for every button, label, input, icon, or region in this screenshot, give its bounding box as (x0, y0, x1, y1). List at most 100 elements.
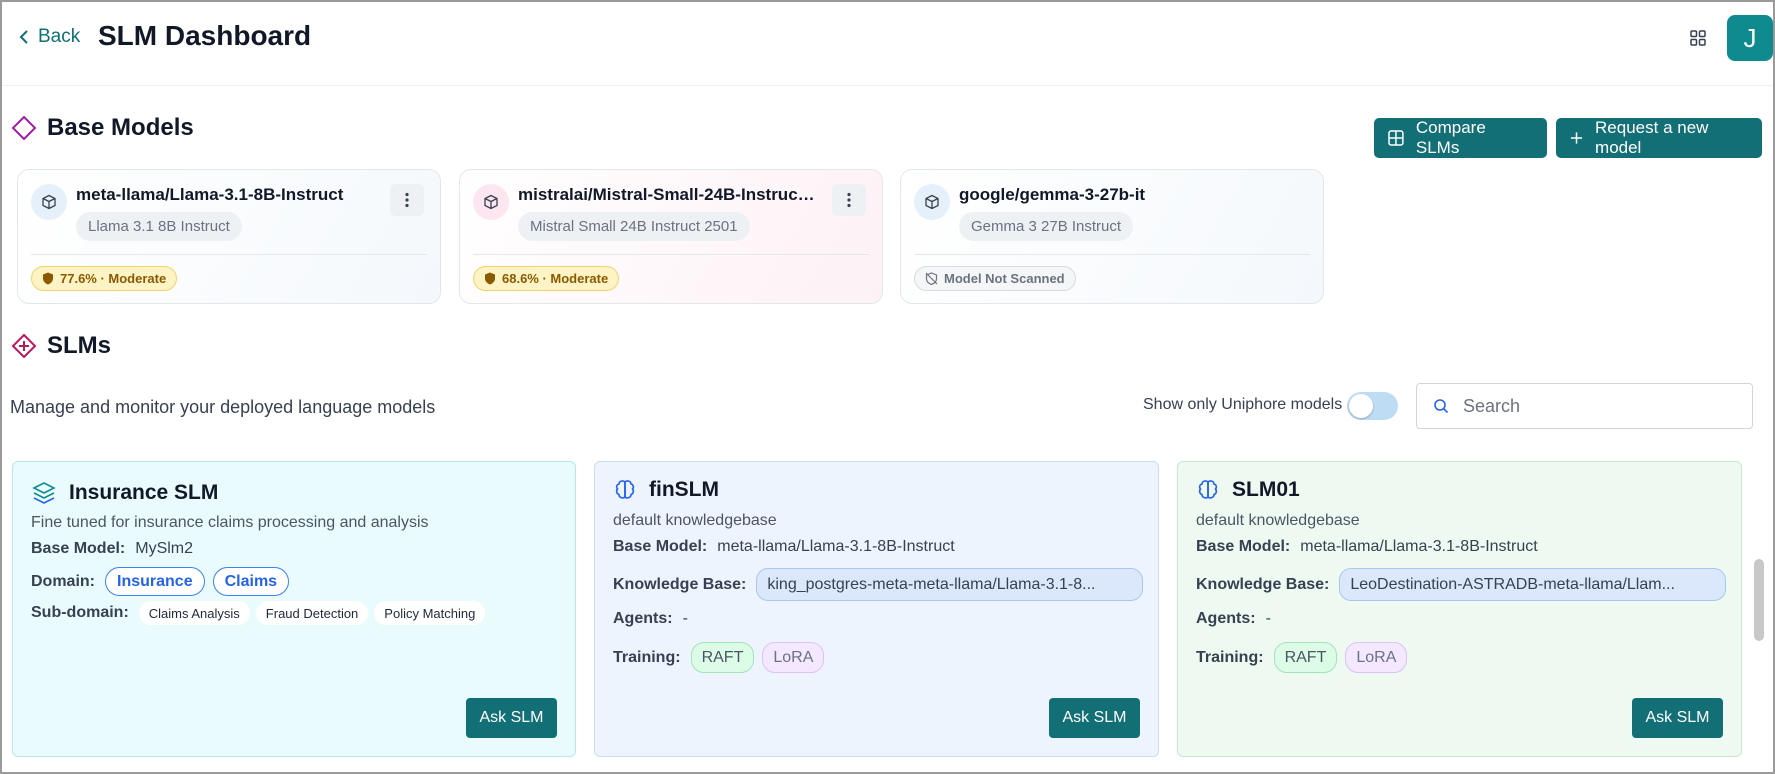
agents-row: Agents: - (613, 610, 688, 628)
domain-chip: Insurance (105, 567, 205, 596)
slm-card-header: Insurance SLM (31, 480, 218, 506)
ask-slm-button[interactable]: Ask SLM (1632, 698, 1723, 738)
base-model-row: Base Model: meta-llama/Llama-3.1-8B-Inst… (613, 538, 955, 556)
slm-card[interactable]: Insurance SLM Fine tuned for insurance c… (12, 461, 576, 757)
brain-icon (1198, 480, 1218, 499)
scrollbar-thumb[interactable] (1754, 559, 1764, 641)
ask-slm-button[interactable]: Ask SLM (1049, 698, 1140, 738)
subdomain-chip: Claims Analysis (138, 601, 250, 625)
compare-slms-button[interactable]: Compare SLMs (1374, 118, 1547, 158)
slm-card[interactable]: SLM01 default knowledgebase Base Model: … (1177, 461, 1742, 757)
training-chip-lora: LoRA (762, 642, 825, 673)
page-title: SLM Dashboard (98, 20, 312, 51)
card-divider (31, 254, 427, 255)
knowledge-base-chip[interactable]: king_postgres-meta-meta-llama/Llama-3.1-… (756, 568, 1144, 601)
shield-icon (485, 272, 495, 285)
layers-logo-icon (32, 482, 56, 504)
apps-grid-icon[interactable] (1690, 30, 1706, 51)
cube-icon (914, 184, 950, 220)
base-model-name: google/gemma-3-27b-it (959, 185, 1146, 204)
base-model-name: meta-llama/Llama-3.1-8B-Instruct (76, 185, 344, 204)
knowledge-base-row: Knowledge Base: LeoDestination-ASTRADB-m… (1196, 568, 1727, 601)
base-model-value: MySlm2 (135, 540, 194, 557)
base-model-name: mistralai/Mistral-Small-24B-Instruct-2..… (518, 185, 818, 204)
agents-row: Agents: - (1196, 610, 1271, 628)
knowledge-base-row: Knowledge Base: king_postgres-meta-meta-… (613, 568, 1144, 601)
base-model-label: Base Model: (1196, 538, 1291, 555)
slms-title: SLMs (47, 332, 112, 359)
slms-description: Manage and monitor your deployed languag… (10, 397, 436, 417)
slm-card-header: finSLM (613, 478, 719, 502)
scan-status-text: Model Not Scanned (944, 271, 1065, 286)
knowledge-base-chip[interactable]: LeoDestination-ASTRADB-meta-llama/Llam..… (1339, 568, 1727, 601)
base-model-card[interactable]: mistralai/Mistral-Small-24B-Instruct-2..… (459, 169, 883, 304)
slm-card[interactable]: finSLM default knowledgebase Base Model:… (594, 461, 1159, 757)
search-box[interactable] (1416, 383, 1753, 429)
security-score-badge: 77.6% · Moderate (31, 266, 178, 291)
subdomain-row: Sub-domain: Claims Analysis Fraud Detect… (31, 601, 491, 625)
slm-name: SLM01 (1232, 478, 1300, 501)
training-row: Training: RAFT LoRA (1196, 642, 1408, 673)
base-model-label: Base Model: (31, 540, 126, 557)
vertical-dots-icon (847, 192, 851, 208)
request-model-button[interactable]: Request a new model (1556, 118, 1762, 158)
base-model-card[interactable]: meta-llama/Llama-3.1-8B-Instruct Llama 3… (17, 169, 441, 304)
shield-icon (43, 272, 53, 285)
scan-status-badge: Model Not Scanned (914, 266, 1076, 291)
slms-heading: SLMs (11, 332, 111, 360)
subdomain-chip: Policy Matching (374, 601, 486, 625)
diamond-plus-icon (11, 333, 37, 359)
knowledge-base-value: king_postgres-meta-meta-llama/Llama-3.1-… (767, 575, 1096, 593)
base-model-row: Base Model: MySlm2 (31, 540, 193, 558)
security-score-text: 68.6% · Moderate (502, 271, 609, 286)
knowledge-base-label: Knowledge Base: (613, 575, 747, 593)
back-button[interactable]: Back (18, 26, 80, 48)
vertical-dots-icon (405, 192, 409, 208)
brain-icon (615, 480, 635, 499)
knowledge-base-label: Knowledge Base: (1196, 575, 1330, 593)
slm-name: finSLM (649, 478, 719, 501)
vertical-scrollbar[interactable] (1751, 453, 1767, 771)
diamond-icon (11, 115, 37, 141)
domain-label: Domain: (31, 572, 95, 590)
slm-description: default knowledgebase (613, 512, 777, 529)
subdomain-label: Sub-domain: (31, 604, 129, 621)
more-options-button[interactable] (390, 184, 424, 216)
user-avatar[interactable]: J (1727, 15, 1773, 61)
card-divider (473, 254, 869, 255)
domain-chip: Claims (212, 567, 290, 596)
top-header: Back SLM Dashboard J (2, 2, 1773, 86)
base-model-row: Base Model: meta-llama/Llama-3.1-8B-Inst… (1196, 538, 1538, 556)
toggle-knob (1349, 394, 1373, 418)
training-chip-raft: RAFT (690, 642, 755, 673)
base-model-label: Base Model: (613, 538, 708, 555)
agents-value: - (682, 610, 688, 627)
table-icon (1388, 130, 1404, 146)
base-models-title: Base Models (47, 114, 194, 141)
search-input[interactable] (1463, 395, 1723, 417)
base-model-display-name: Gemma 3 27B Instruct (959, 212, 1134, 241)
shield-off-icon (925, 272, 938, 285)
slm-name: Insurance SLM (69, 481, 219, 504)
search-icon (1434, 399, 1449, 414)
plus-icon (1570, 132, 1583, 144)
training-chip-lora: LoRA (1345, 642, 1408, 673)
cube-icon (31, 184, 67, 220)
base-model-value: meta-llama/Llama-3.1-8B-Instruct (717, 538, 955, 555)
ask-slm-button[interactable]: Ask SLM (466, 698, 557, 738)
uniphore-models-toggle[interactable] (1347, 392, 1398, 420)
card-divider (914, 254, 1310, 255)
training-label: Training: (613, 648, 681, 666)
base-model-value: meta-llama/Llama-3.1-8B-Instruct (1300, 538, 1538, 555)
agents-value: - (1265, 610, 1271, 627)
training-chip-raft: RAFT (1273, 642, 1338, 673)
domain-row: Domain: Insurance Claims (31, 567, 297, 596)
slm-description: Fine tuned for insurance claims processi… (31, 514, 429, 531)
chevron-left-icon (19, 30, 28, 44)
more-options-button[interactable] (832, 184, 866, 216)
base-model-card[interactable]: google/gemma-3-27b-it Gemma 3 27B Instru… (900, 169, 1324, 304)
subdomain-chip: Fraud Detection (255, 601, 369, 625)
security-score-text: 77.6% · Moderate (60, 271, 167, 286)
slm-description: default knowledgebase (1196, 512, 1360, 529)
training-label: Training: (1196, 648, 1264, 666)
